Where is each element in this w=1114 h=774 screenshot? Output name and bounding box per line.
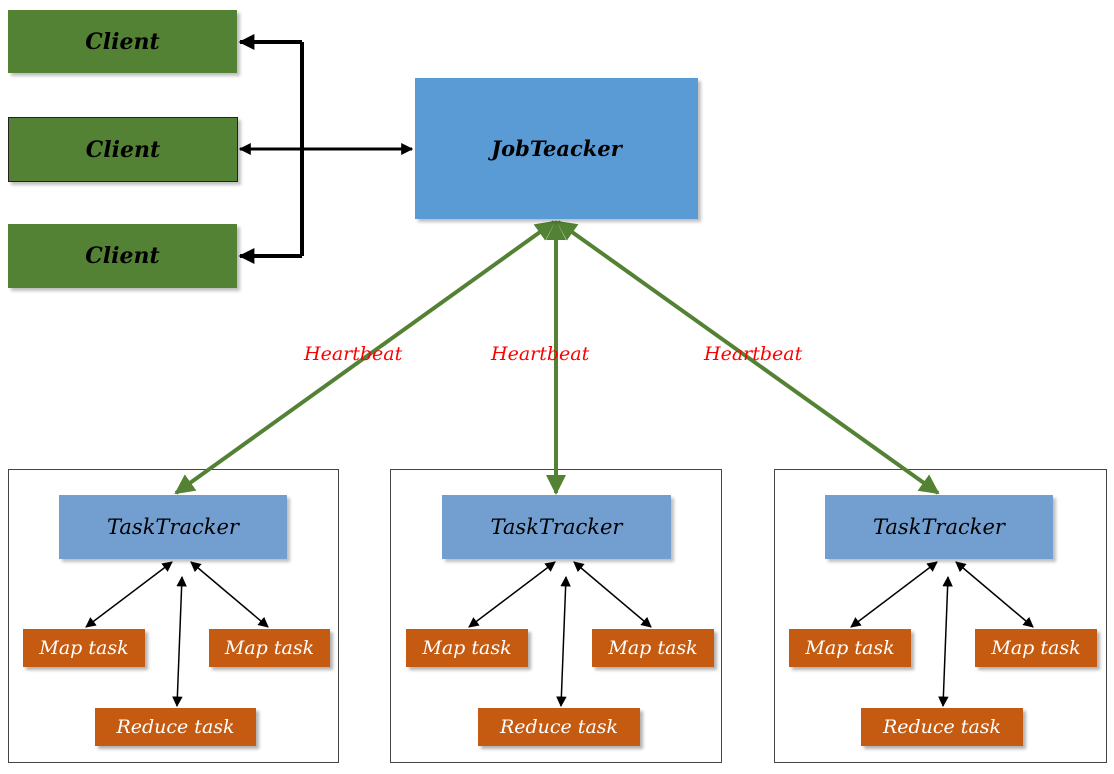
reduce-task-box: Reduce task — [861, 708, 1023, 746]
tt-map-arrow — [850, 561, 938, 628]
map-task-label: Map task — [608, 637, 698, 659]
task-tracker-box-3: TaskTracker — [825, 495, 1053, 559]
map-task-box: Map task — [592, 629, 714, 667]
reduce-task-label: Reduce task — [116, 716, 235, 738]
client-bracket — [238, 34, 414, 264]
tt-map-arrow — [955, 561, 1034, 628]
tt-map-arrow — [468, 561, 556, 628]
task-tracker-label: TaskTracker — [490, 515, 623, 539]
map-task-label: Map task — [991, 637, 1081, 659]
reduce-task-box: Reduce task — [95, 708, 256, 746]
map-task-box: Map task — [209, 629, 330, 667]
map-task-label: Map task — [805, 637, 895, 659]
map-task-label: Map task — [224, 637, 315, 659]
map-task-box: Map task — [789, 629, 911, 667]
job-tracker-box: JobTeacker — [415, 78, 698, 219]
heartbeat-label-2: Heartbeat — [491, 343, 590, 365]
map-task-label: Map task — [39, 637, 129, 659]
map-task-box: Map task — [975, 629, 1097, 667]
task-tracker-label: TaskTracker — [107, 515, 239, 539]
reduce-task-box: Reduce task — [478, 708, 640, 746]
client-label: Client — [85, 243, 160, 269]
task-tracker-box-1: TaskTracker — [59, 495, 287, 559]
client-label: Client — [85, 28, 160, 55]
map-task-label: Map task — [422, 637, 512, 659]
map-task-box: Map task — [406, 629, 528, 667]
reduce-task-label: Reduce task — [499, 716, 619, 738]
heartbeat-label-3: Heartbeat — [704, 343, 803, 365]
tt-reduce-arrow — [556, 575, 571, 708]
task-tracker-box-2: TaskTracker — [442, 495, 671, 559]
tt-map-arrow — [85, 561, 173, 628]
map-task-box: Map task — [23, 629, 145, 667]
heartbeat-label-1: Heartbeat — [304, 343, 403, 365]
client-box-2: Client — [8, 117, 238, 182]
task-tracker-label: TaskTracker — [873, 515, 1005, 539]
tt-map-arrow — [190, 561, 269, 628]
client-box-3: Client — [8, 224, 237, 288]
reduce-task-label: Reduce task — [882, 716, 1002, 738]
client-box-1: Client — [8, 10, 237, 73]
tt-reduce-arrow — [172, 575, 187, 708]
tt-map-arrow — [573, 561, 652, 628]
client-label: Client — [85, 136, 161, 163]
job-tracker-label: JobTeacker — [491, 136, 622, 161]
tt-reduce-arrow — [938, 575, 953, 708]
